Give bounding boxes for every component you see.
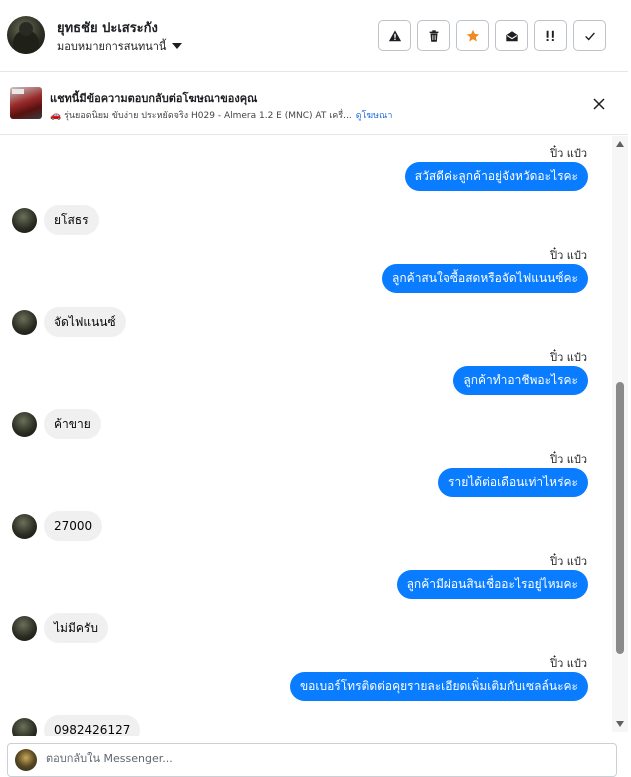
mark-done-button[interactable] <box>573 20 606 51</box>
mark-unread-icon <box>505 30 518 41</box>
mark-spam-button[interactable] <box>378 20 411 51</box>
sender-name: ปิ๋ว แป๋ว <box>550 249 587 262</box>
sender-name: ปิ๋ว แป๋ว <box>550 657 587 670</box>
mark-unread-button[interactable] <box>495 20 528 51</box>
warning-icon <box>388 29 401 41</box>
incoming-message-row: ค้าขาย <box>12 409 101 439</box>
incoming-message[interactable]: 0982426127 <box>44 715 141 736</box>
trash-icon <box>429 29 438 42</box>
ad-thumbnail[interactable] <box>10 87 42 119</box>
assign-conversation-dropdown[interactable]: มอบหมายการสนทนานี้ <box>57 37 183 55</box>
reply-input[interactable] <box>46 752 606 765</box>
contact-avatar-small[interactable] <box>12 411 37 437</box>
incoming-message[interactable]: ไม่มีครับ <box>44 613 108 643</box>
incoming-message[interactable]: ค้าขาย <box>44 409 101 439</box>
star-shape <box>466 29 479 42</box>
scrollbar-thumb[interactable] <box>616 382 624 654</box>
incoming-message-row: ยโสธร <box>12 205 99 235</box>
contact-name[interactable]: ยุทธชัย ปะเสระกัง <box>57 17 158 38</box>
contact-avatar-small[interactable] <box>12 309 37 335</box>
delete-button[interactable] <box>417 20 450 51</box>
incoming-message-row: 27000 <box>12 511 103 541</box>
close-icon <box>593 98 605 110</box>
incoming-message[interactable]: 27000 <box>44 511 103 541</box>
contact-avatar-small[interactable] <box>12 513 37 539</box>
outgoing-message[interactable]: ลูกค้ามีผ่อนสินเชื่ออะไรอยู่ไหมคะ <box>396 570 588 599</box>
caret-down-icon <box>172 43 183 49</box>
ad-banner-title: แชทนี้มีข้อความตอบกลับต่อโฆษณาของคุณ <box>50 92 258 105</box>
conversation-header: ยุทธชัย ปะเสระกัง มอบหมายการสนทนานี้ <box>0 0 628 72</box>
outgoing-message[interactable]: สวัสดีค่ะลูกค้าอยู่จังหวัดอะไรคะ <box>404 162 588 191</box>
contact-avatar[interactable] <box>7 16 45 54</box>
ad-description: 🚗 รุ่นยอดนิยม ขับง่าย ประหยัดจริง H029 -… <box>50 111 352 121</box>
message-thread[interactable]: ปิ๋ว แป๋ว สวัสดีค่ะลูกค้าอยู่จังหวัดอะไร… <box>0 136 612 736</box>
sender-name: ปิ๋ว แป๋ว <box>550 555 587 568</box>
incoming-message-row: จัดไฟแนนซ์ <box>12 307 126 337</box>
incoming-message-row: 0982426127 <box>12 715 141 736</box>
contact-avatar-small[interactable] <box>12 615 37 641</box>
outgoing-message[interactable]: ขอเบอร์โทรติดต่อคุยรายละเอียดเพิ่มเติมกั… <box>289 672 588 701</box>
header-actions <box>378 20 606 51</box>
outgoing-message[interactable]: รายได้ต่อเดือนเท่าไหร่คะ <box>438 468 588 497</box>
contact-avatar-small[interactable] <box>12 207 37 233</box>
page-avatar <box>15 749 37 771</box>
sender-name: ปิ๋ว แป๋ว <box>550 351 587 364</box>
view-ad-link[interactable]: ดูโฆษณา <box>356 108 393 122</box>
close-banner-button[interactable] <box>590 95 608 113</box>
scroll-down-arrow-icon[interactable] <box>616 721 624 727</box>
contact-avatar-small[interactable] <box>12 717 37 736</box>
star-button[interactable] <box>456 20 489 51</box>
ad-banner-subtitle: 🚗 รุ่นยอดนิยม ขับง่าย ประหยัดจริง H029 -… <box>50 108 392 122</box>
incoming-message[interactable]: ยโสธร <box>44 205 99 235</box>
follow-up-icon <box>546 30 554 41</box>
star-icon <box>466 29 479 42</box>
assign-label: มอบหมายการสนทนานี้ <box>57 40 167 53</box>
sender-name: ปิ๋ว แป๋ว <box>550 453 587 466</box>
check-icon <box>584 31 595 41</box>
incoming-message-row: ไม่มีครับ <box>12 613 108 643</box>
scroll-up-arrow-icon[interactable] <box>616 141 624 147</box>
outgoing-message[interactable]: ลูกค้าทำอาชีพอะไรคะ <box>453 366 588 395</box>
incoming-message[interactable]: จัดไฟแนนซ์ <box>44 307 126 337</box>
follow-up-button[interactable] <box>534 20 567 51</box>
sender-name: ปิ๋ว แป๋ว <box>550 147 587 160</box>
reply-box <box>7 743 617 777</box>
outgoing-message[interactable]: ลูกค้าสนใจซื้อสดหรือจัดไฟแนนซ์คะ <box>382 264 588 293</box>
